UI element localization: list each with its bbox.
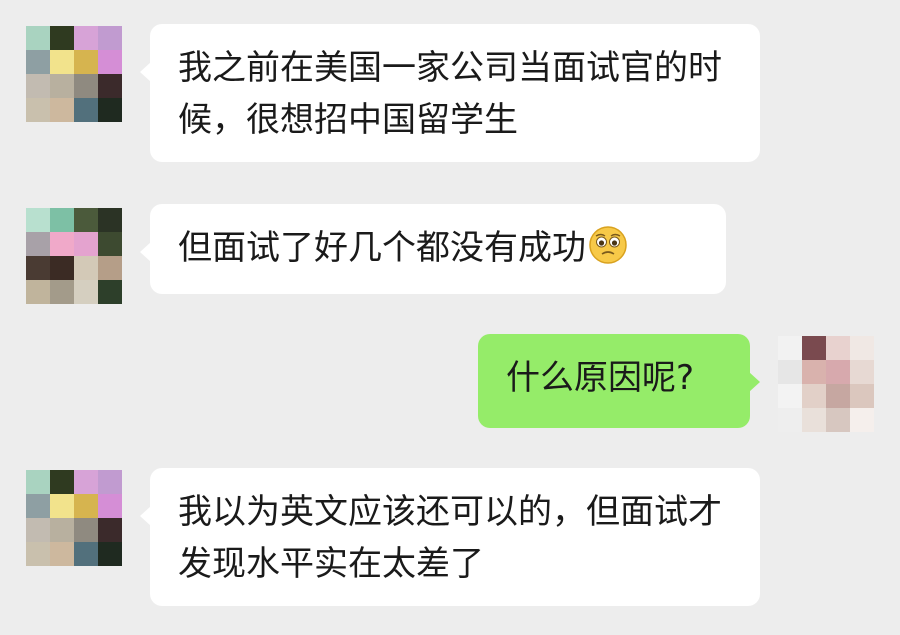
bubble-tail [140,506,151,526]
avatar-pixel [98,208,122,232]
avatar[interactable] [26,470,122,566]
avatar-pixel [26,208,50,232]
bubble-tail [749,372,760,392]
avatar-pixel [50,470,74,494]
avatar-pixel [74,280,98,304]
avatar-pixel [98,494,122,518]
avatar-pixel [74,74,98,98]
avatar-pixel [50,98,74,122]
message-bubble[interactable]: 我以为英文应该还可以的，但面试才发现水平实在太差了 [140,468,760,606]
avatar-pixel [850,336,874,360]
avatar-pixel [98,50,122,74]
avatar-pixel [74,494,98,518]
avatar-pixel [50,542,74,566]
bubble-tail [140,242,151,262]
pleading-face-icon [589,226,627,264]
avatar-pixel [26,50,50,74]
message-text: 我以为英文应该还可以的，但面试才发现水平实在太差了 [178,492,722,584]
avatar-pixel [802,384,826,408]
avatar-pixel [74,470,98,494]
avatar-pixel [26,26,50,50]
avatar-pixel [98,256,122,280]
avatar-pixel [850,408,874,432]
avatar-pixel [50,50,74,74]
avatar-pixel [778,408,802,432]
avatar-pixel [26,232,50,256]
message-text: 但面试了好几个都没有成功 [178,228,586,268]
avatar-pixel [98,470,122,494]
avatar-pixel [98,232,122,256]
avatar-pixel [802,360,826,384]
message-bubble[interactable]: 但面试了好几个都没有成功 [140,204,726,294]
avatar-pixel [26,494,50,518]
avatar-pixel [98,518,122,542]
message-text: 我之前在美国一家公司当面试官的时候，很想招中国留学生 [178,48,722,140]
avatar-pixel [778,384,802,408]
avatar-pixel [74,26,98,50]
avatar-pixel [98,542,122,566]
avatar-pixel [98,74,122,98]
avatar-pixel [50,232,74,256]
message-text: 什么原因呢? [506,358,695,398]
avatar-pixel [74,50,98,74]
avatar-pixel [26,74,50,98]
avatar-pixel [98,98,122,122]
avatar-pixel [74,256,98,280]
bubble-tail [140,62,151,82]
avatar-pixel [778,336,802,360]
avatar-pixel [850,360,874,384]
avatar-pixel [26,280,50,304]
avatar[interactable] [26,208,122,304]
avatar-pixel [826,408,850,432]
message-bubble[interactable]: 什么原因呢? [478,334,760,428]
avatar-pixel [98,26,122,50]
avatar-pixel [802,408,826,432]
avatar-pixel [74,98,98,122]
avatar-pixel [50,208,74,232]
avatar-pixel [850,384,874,408]
avatar-pixel [26,98,50,122]
avatar-pixel [26,518,50,542]
avatar-pixel [74,542,98,566]
avatar-pixel [98,280,122,304]
avatar-pixel [802,336,826,360]
avatar-pixel [826,360,850,384]
avatar-pixel [826,384,850,408]
avatar-pixel [74,232,98,256]
avatar-pixel [826,336,850,360]
avatar-pixel [50,280,74,304]
avatar-pixel [26,470,50,494]
avatar-pixel [50,256,74,280]
avatar-pixel [74,208,98,232]
message-bubble[interactable]: 我之前在美国一家公司当面试官的时候，很想招中国留学生 [140,24,760,162]
avatar[interactable] [778,336,874,432]
avatar[interactable] [26,26,122,122]
avatar-pixel [50,518,74,542]
avatar-pixel [26,256,50,280]
avatar-pixel [50,494,74,518]
avatar-pixel [50,26,74,50]
avatar-pixel [778,360,802,384]
avatar-pixel [26,542,50,566]
avatar-pixel [50,74,74,98]
avatar-pixel [74,518,98,542]
